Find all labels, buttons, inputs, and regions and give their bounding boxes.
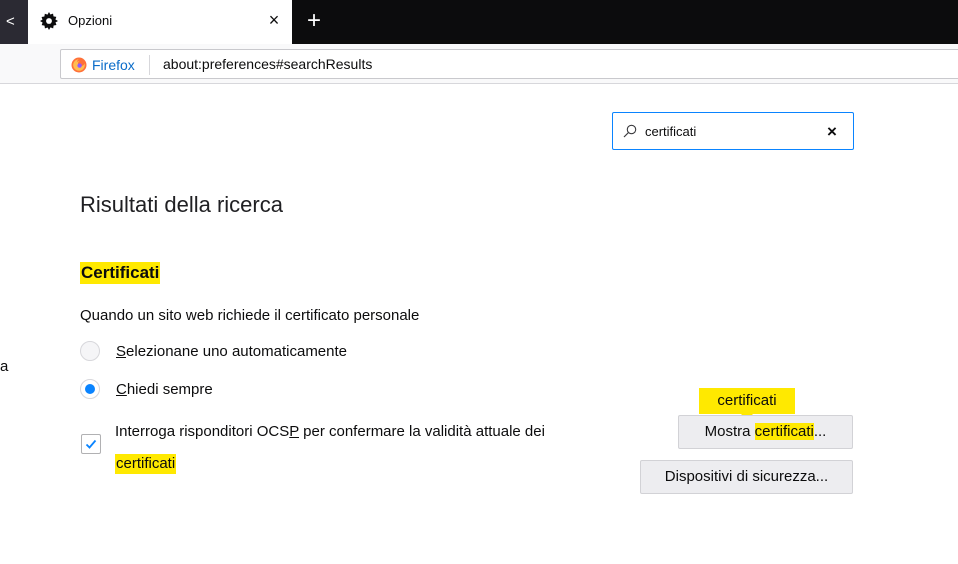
security-devices-button[interactable]: Dispositivi di sicurezza... xyxy=(640,460,853,494)
radio-auto-label[interactable]: Selezionane uno automaticamente xyxy=(116,343,347,360)
close-tab-icon[interactable]: × xyxy=(264,10,284,30)
section-description: Quando un sito web richiede il certifica… xyxy=(80,307,420,324)
tab-options[interactable]: Opzioni × xyxy=(28,0,292,44)
radio-ask-label[interactable]: Chiedi sempre xyxy=(116,381,213,398)
section-heading: Certificati xyxy=(80,262,161,284)
show-certificates-button[interactable]: Mostra certificati... xyxy=(678,415,853,449)
tab-title: Opzioni xyxy=(68,13,113,28)
search-box[interactable]: × xyxy=(612,112,854,150)
url-separator xyxy=(149,55,150,75)
search-icon xyxy=(623,124,637,138)
ocsp-label[interactable]: Interroga risponditori OCSP per conferma… xyxy=(115,423,545,440)
url-text[interactable]: about:preferences#searchResults xyxy=(163,56,372,72)
ocsp-checkbox[interactable] xyxy=(81,434,101,454)
gear-icon xyxy=(40,12,58,30)
tab-strip: < Opzioni × + xyxy=(0,0,958,44)
page-title: Risultati della ricerca xyxy=(80,192,283,217)
firefox-logo-icon xyxy=(71,57,87,73)
nav-bar: Firefox about:preferences#searchResults xyxy=(0,44,958,84)
search-tooltip: certificati xyxy=(699,388,795,420)
radio-ask-always[interactable]: Chiedi sempre xyxy=(80,378,213,400)
identity-box[interactable]: Firefox xyxy=(71,56,135,74)
edge-glyph: a xyxy=(0,358,9,375)
radio-auto[interactable] xyxy=(80,341,100,361)
radio-select-auto[interactable]: Selezionane uno automaticamente xyxy=(80,340,347,362)
ocsp-label-line2[interactable]: certificati xyxy=(115,454,177,474)
tab-scroll-left[interactable]: < xyxy=(0,0,28,44)
radio-ask[interactable] xyxy=(80,379,100,399)
new-tab-button[interactable]: + xyxy=(300,8,328,36)
identity-label: Firefox xyxy=(92,57,135,73)
url-bar[interactable]: Firefox about:preferences#searchResults xyxy=(60,49,958,79)
search-input[interactable] xyxy=(645,121,815,141)
clear-search-icon[interactable]: × xyxy=(821,121,843,143)
checkmark-icon xyxy=(85,439,97,449)
